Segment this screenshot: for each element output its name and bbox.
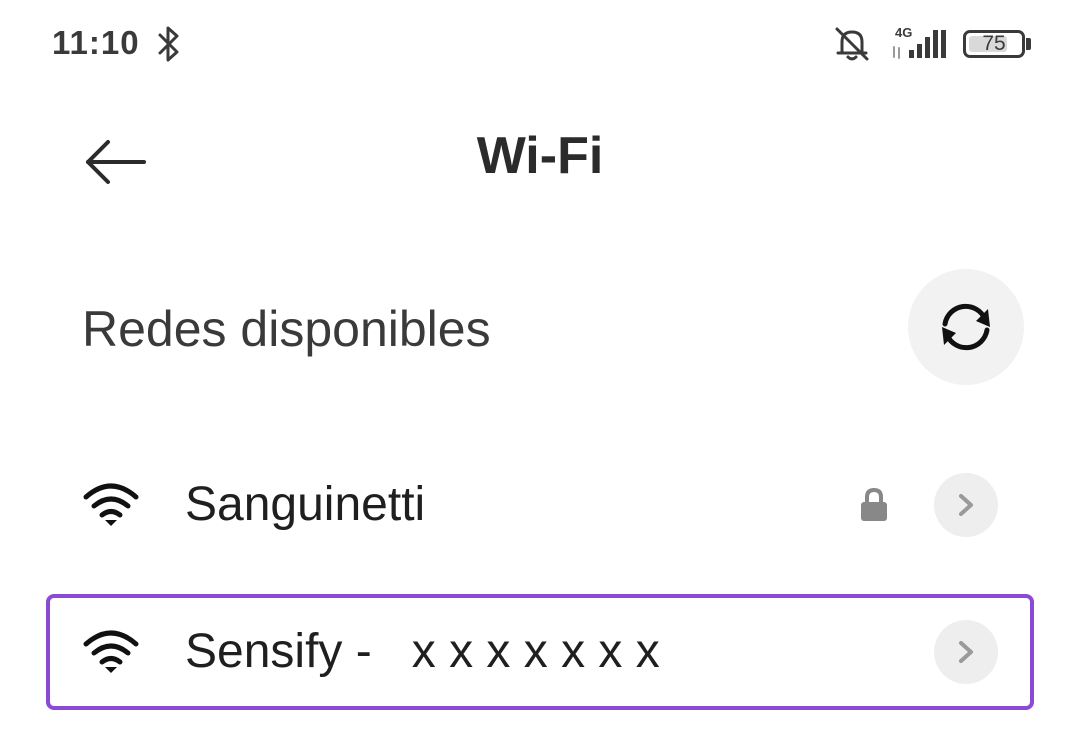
chevron-right-icon — [959, 494, 973, 516]
notifications-muted-icon — [835, 27, 869, 61]
refresh-button[interactable] — [908, 269, 1024, 385]
network-name: Sanguinetti — [185, 478, 426, 531]
page-title: Wi-Fi — [476, 127, 604, 185]
battery-cap — [1026, 38, 1031, 50]
refresh-icon — [942, 303, 990, 351]
bluetooth-icon — [158, 26, 179, 62]
battery-level: 75 — [982, 32, 1006, 55]
section-title: Redes disponibles — [82, 301, 491, 357]
cellular-signal-icon — [893, 30, 946, 59]
wifi-signal-icon — [83, 630, 139, 673]
chevron-right-icon — [959, 641, 973, 663]
network-list-item[interactable]: Sanguinetti — [46, 447, 1034, 563]
network-details-button[interactable] — [934, 620, 998, 684]
network-details-button[interactable] — [934, 473, 998, 537]
lock-icon — [861, 487, 887, 521]
network-name: Sensify - x x x x x x x — [185, 625, 660, 678]
status-time: 11:10 — [52, 24, 140, 61]
status-bar: 11:10 4G 75 — [0, 0, 1080, 90]
wifi-signal-icon — [83, 483, 139, 526]
network-list-item-selected[interactable]: Sensify - x x x x x x x — [46, 594, 1034, 710]
